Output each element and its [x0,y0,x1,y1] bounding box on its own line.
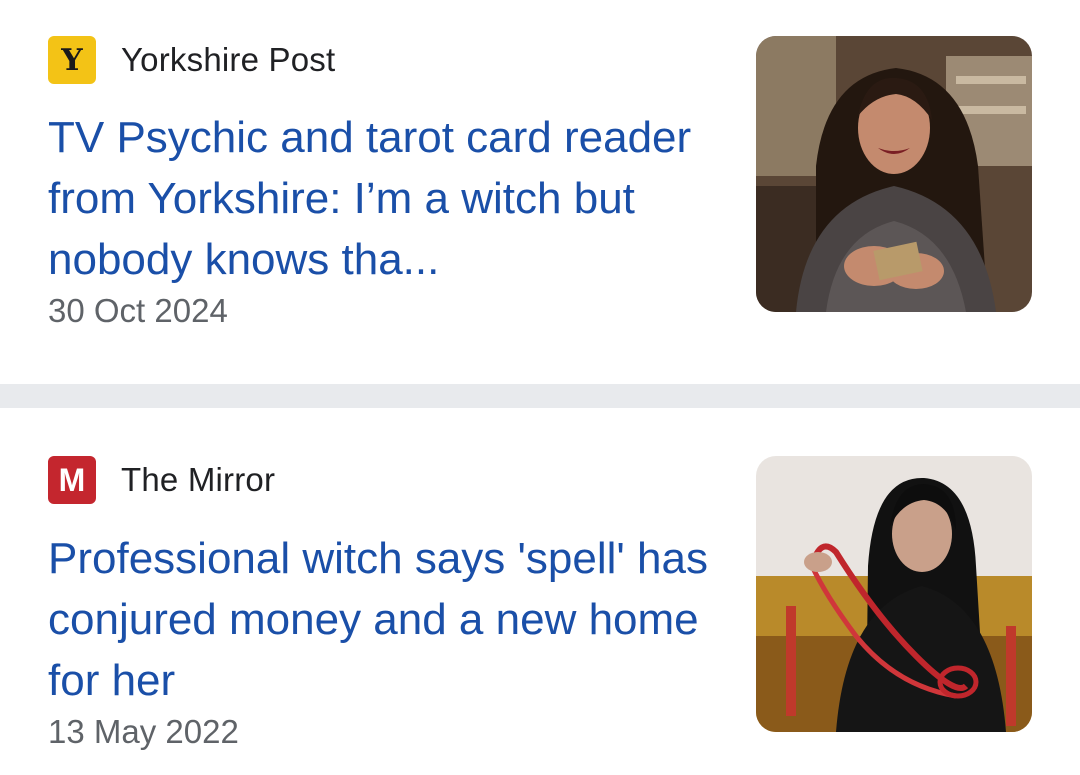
news-card[interactable]: M The Mirror Professional witch says 'sp… [0,408,1080,775]
thumbnail-image [756,36,1032,312]
headline-link[interactable]: Professional witch says 'spell' has conj… [48,528,708,711]
thumbnail-image [756,456,1032,732]
news-feed: Y Yorkshire Post TV Psychic and tarot ca… [0,0,1080,775]
headline-link[interactable]: TV Psychic and tarot card reader from Yo… [48,107,708,290]
news-card[interactable]: Y Yorkshire Post TV Psychic and tarot ca… [0,0,1080,384]
logo-letter: M [58,461,86,498]
logo-letter: Y [61,42,83,78]
publish-date: 13 May 2022 [48,713,239,750]
article-thumbnail[interactable] [756,36,1032,312]
card-divider [0,384,1080,408]
source-row: M The Mirror [48,456,275,504]
source-name: The Mirror [121,461,276,498]
mirror-logo-icon: M [48,456,96,504]
publish-date: 30 Oct 2024 [48,292,228,329]
source-row: Y Yorkshire Post [48,36,335,84]
article-thumbnail[interactable] [756,456,1032,732]
source-name: Yorkshire Post [121,41,336,78]
yorkshire-post-logo-icon: Y [48,36,96,84]
